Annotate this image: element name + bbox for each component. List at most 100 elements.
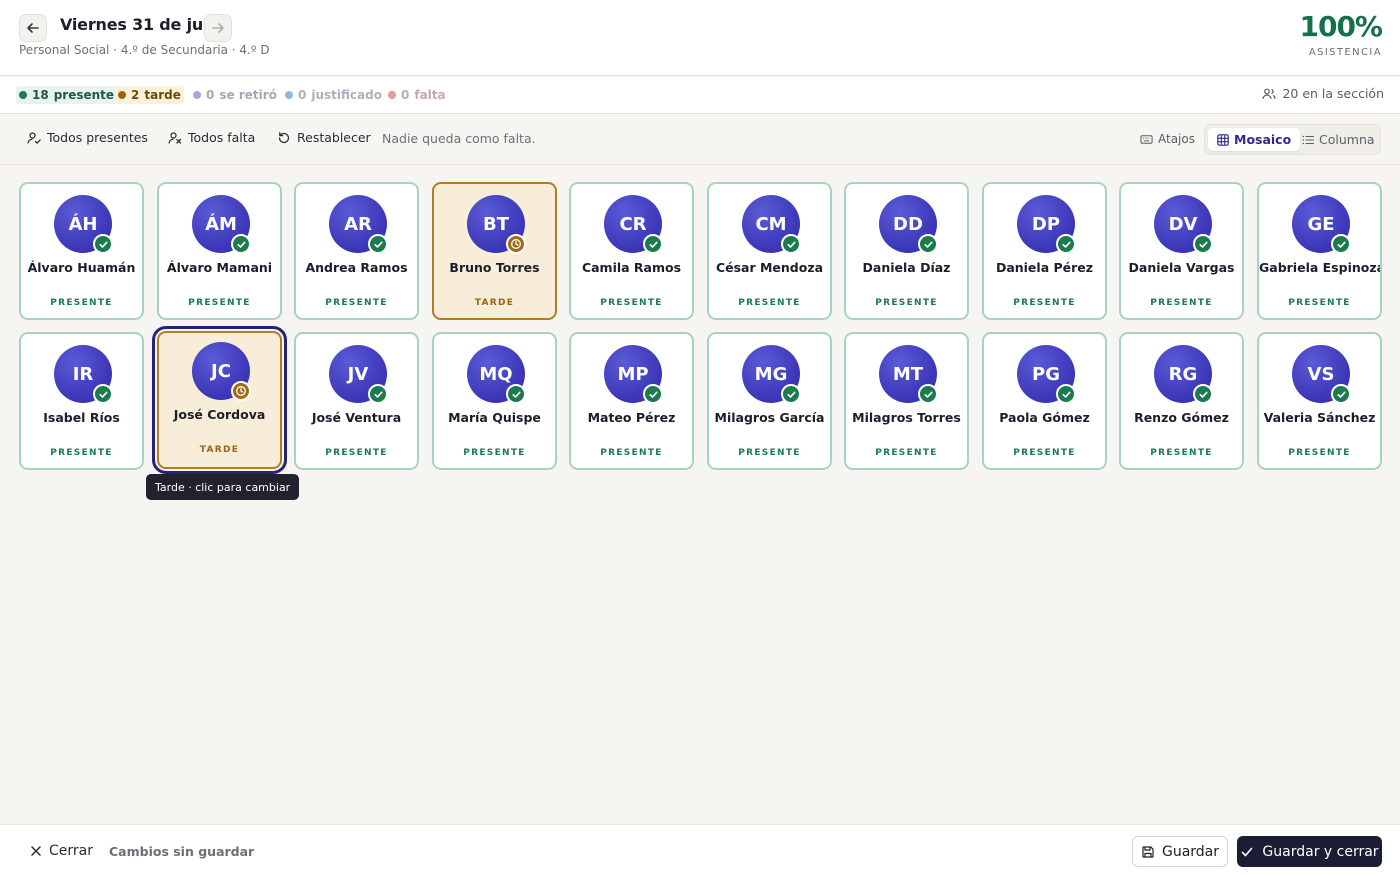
previous-day-button[interactable] [19,14,47,42]
mark-all-present-button[interactable]: Todos presentes [27,130,148,145]
close-button[interactable]: Cerrar [30,843,93,859]
attendance-label: ASISTENCIA [1308,47,1382,58]
student-status: PRESENTE [325,448,388,458]
check-icon [373,391,383,398]
student-card[interactable]: DD Daniela Díaz PRESENTE [844,182,969,320]
student-name: Daniela Díaz [862,260,951,275]
reset-icon [278,131,290,143]
student-status: PRESENTE [1288,298,1351,308]
status-badge [1331,384,1351,404]
reset-button[interactable]: Restablecer [277,130,371,145]
save-and-close-button[interactable]: Guardar y cerrar [1237,836,1382,867]
check-icon [786,241,796,248]
check-icon [923,391,933,398]
student-name: Milagros García [714,410,825,425]
student-card[interactable]: VS Valeria Sánchez PRESENTE [1257,332,1382,470]
student-name: Valeria Sánchez [1263,410,1376,425]
student-card[interactable]: DV Daniela Vargas PRESENTE [1119,182,1244,320]
toolbar: Todos presentes Todos falta Restablecer … [0,114,1400,165]
check-icon [98,241,108,248]
student-name: José Cordova [173,407,266,422]
close-icon [31,846,41,856]
list-icon [1302,135,1314,144]
view-toggle: Mosaico Columna [1204,124,1381,155]
student-name: Álvaro Mamani [166,260,273,275]
status-chip-justified[interactable]: 0 justificado [282,86,385,104]
status-summary-bar: 18 presente 2 tarde 0 se retiró 0 justif… [0,77,1400,114]
save-icon [1142,845,1154,858]
status-tooltip: Tarde · clic para cambiar [146,474,300,500]
arrow-left-icon [27,23,39,33]
status-chip-absent[interactable]: 0 falta [385,86,449,104]
student-name: Gabriela Espinoza [1259,260,1380,275]
mark-all-absent-button[interactable]: Todos falta [168,130,255,145]
check-icon [1336,391,1346,398]
status-chip-withdrew[interactable]: 0 se retiró [190,86,280,104]
student-status: PRESENTE [875,298,938,308]
student-card[interactable]: DP Daniela Pérez PRESENTE [982,182,1107,320]
check-icon [511,391,521,398]
check-icon [1198,391,1208,398]
status-badge [1331,234,1351,254]
status-chip-late[interactable]: 2 tarde [115,86,184,104]
student-card[interactable]: MP Mateo Pérez PRESENTE [569,332,694,470]
absent-dot-icon [388,91,396,99]
student-card[interactable]: PG Paola Gómez PRESENTE [982,332,1107,470]
student-name: María Quispe [448,410,541,425]
status-badge [1056,384,1076,404]
student-status: PRESENTE [738,448,801,458]
student-name: Paola Gómez [999,410,1090,425]
view-mosaic-button[interactable]: Mosaico [1208,128,1301,151]
late-dot-icon [118,91,126,99]
student-name: Daniela Pérez [995,260,1094,275]
student-card[interactable]: BT Bruno Torres TARDE [432,182,557,320]
student-card[interactable]: AR Andrea Ramos PRESENTE [294,182,419,320]
view-column-button[interactable]: Columna [1293,128,1384,151]
student-card[interactable]: MT Milagros Torres PRESENTE [844,332,969,470]
status-badge [1056,234,1076,254]
footer: Cerrar Cambios sin guardar Guardar Guard… [0,824,1400,877]
check-icon [1336,241,1346,248]
student-name: José Ventura [311,410,402,425]
status-badge [643,384,663,404]
student-status: PRESENTE [1150,298,1213,308]
status-badge [231,234,251,254]
check-icon [648,241,658,248]
withdrew-dot-icon [193,91,201,99]
status-chip-present[interactable]: 18 presente [16,86,118,104]
student-card[interactable]: CM César Mendoza PRESENTE [707,182,832,320]
student-card[interactable]: CR Camila Ramos PRESENTE [569,182,694,320]
student-status: PRESENTE [188,298,251,308]
status-badge [231,381,251,401]
student-status: PRESENTE [1150,448,1213,458]
check-icon [1242,847,1253,856]
student-status: PRESENTE [1288,448,1351,458]
student-card[interactable]: RG Renzo Gómez PRESENTE [1119,332,1244,470]
save-button[interactable]: Guardar [1132,836,1228,867]
student-card[interactable]: GE Gabriela Espinoza PRESENTE [1257,182,1382,320]
status-badge [781,234,801,254]
next-day-button[interactable] [204,14,232,42]
status-badge [368,234,388,254]
check-icon [1061,241,1071,248]
student-card[interactable]: MQ María Quispe PRESENTE [432,332,557,470]
student-card[interactable]: MG Milagros García PRESENTE [707,332,832,470]
status-badge [1193,384,1213,404]
student-card[interactable]: ÁH Álvaro Huamán PRESENTE [19,182,144,320]
check-icon [373,241,383,248]
student-card[interactable]: JC José Cordova TARDE [152,326,287,474]
student-card[interactable]: IR Isabel Ríos PRESENTE [19,332,144,470]
present-dot-icon [19,91,27,99]
absence-note: Nadie queda como falta. [382,131,536,146]
justified-dot-icon [285,91,293,99]
student-card[interactable]: ÁM Álvaro Mamani PRESENTE [157,182,282,320]
student-status: TARDE [199,445,240,455]
status-badge [93,234,113,254]
status-badge [506,234,526,254]
student-card[interactable]: JV José Ventura PRESENTE [294,332,419,470]
clock-icon [511,239,521,249]
shortcuts-button[interactable]: Atajos [1140,132,1195,146]
status-badge [918,384,938,404]
student-name: Álvaro Huamán [27,260,136,275]
student-name: César Mendoza [715,260,824,275]
